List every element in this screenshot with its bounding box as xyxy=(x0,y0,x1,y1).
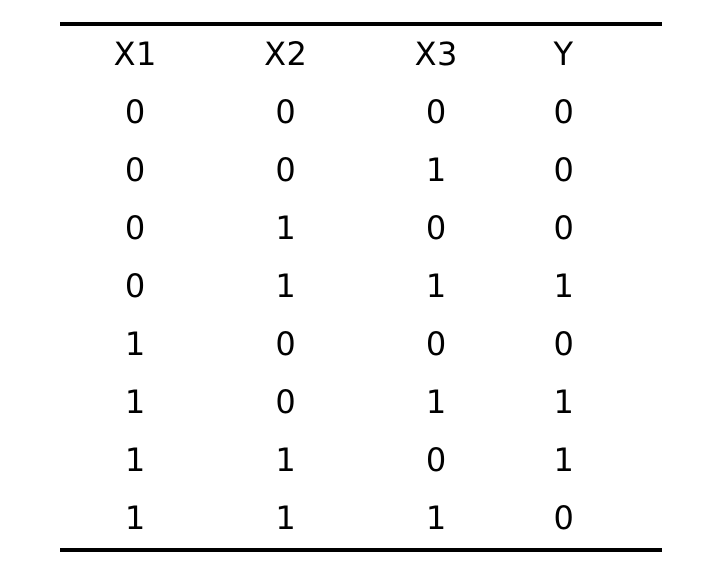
truth-table: X1 X2 X3 Y 0 0 0 0 0 0 1 0 0 1 0 xyxy=(60,22,662,552)
cell: 0 xyxy=(361,200,512,258)
cell: 0 xyxy=(60,258,211,316)
cell: 0 xyxy=(361,432,512,490)
cell: 1 xyxy=(512,432,663,490)
col-header-x2: X2 xyxy=(211,24,362,84)
cell: 1 xyxy=(512,258,663,316)
cell: 1 xyxy=(211,432,362,490)
cell: 0 xyxy=(211,142,362,200)
cell: 0 xyxy=(361,316,512,374)
table-row: 0 1 1 1 xyxy=(60,258,662,316)
table-row: 1 0 1 1 xyxy=(60,374,662,432)
cell: 0 xyxy=(60,142,211,200)
cell: 0 xyxy=(512,84,663,142)
cell: 0 xyxy=(60,200,211,258)
cell: 0 xyxy=(512,316,663,374)
cell: 0 xyxy=(512,490,663,550)
cell: 1 xyxy=(512,374,663,432)
cell: 1 xyxy=(211,200,362,258)
cell: 1 xyxy=(60,432,211,490)
cell: 1 xyxy=(211,258,362,316)
cell: 1 xyxy=(60,316,211,374)
col-header-y: Y xyxy=(512,24,663,84)
cell: 1 xyxy=(361,374,512,432)
cell: 1 xyxy=(60,374,211,432)
cell: 1 xyxy=(361,258,512,316)
table-row: 0 0 1 0 xyxy=(60,142,662,200)
table-row: 0 0 0 0 xyxy=(60,84,662,142)
cell: 0 xyxy=(211,84,362,142)
page: X1 X2 X3 Y 0 0 0 0 0 0 1 0 0 1 0 xyxy=(0,0,722,578)
col-header-x3: X3 xyxy=(361,24,512,84)
cell: 0 xyxy=(512,142,663,200)
cell: 1 xyxy=(211,490,362,550)
table-row: 1 1 1 0 xyxy=(60,490,662,550)
cell: 1 xyxy=(361,142,512,200)
cell: 0 xyxy=(60,84,211,142)
col-header-x1: X1 xyxy=(60,24,211,84)
cell: 1 xyxy=(361,490,512,550)
table-header-row: X1 X2 X3 Y xyxy=(60,24,662,84)
cell: 0 xyxy=(512,200,663,258)
table-row: 0 1 0 0 xyxy=(60,200,662,258)
table-row: 1 0 0 0 xyxy=(60,316,662,374)
cell: 0 xyxy=(211,374,362,432)
table-row: 1 1 0 1 xyxy=(60,432,662,490)
cell: 0 xyxy=(361,84,512,142)
cell: 1 xyxy=(60,490,211,550)
cell: 0 xyxy=(211,316,362,374)
